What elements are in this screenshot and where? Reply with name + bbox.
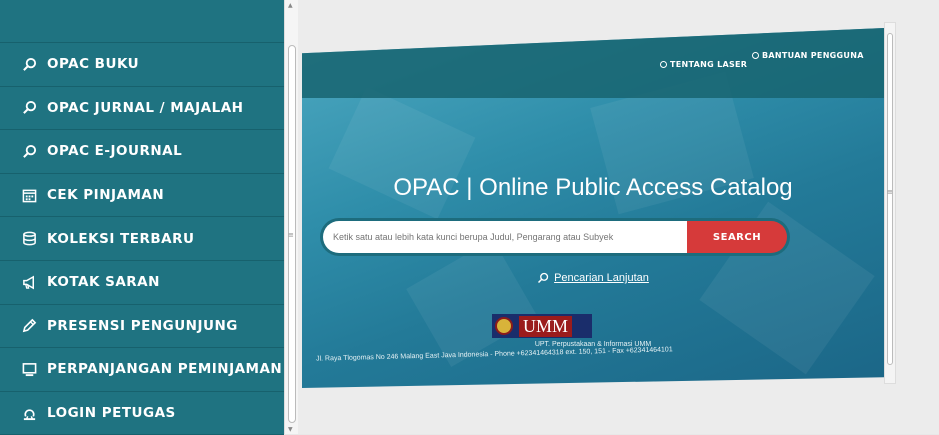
search-icon [20,56,38,72]
sidebar-item-perpanjangan-peminjaman[interactable]: PERPANJANGAN PEMINJAMAN [0,348,284,392]
sidebar-item-label: LOGIN PETUGAS [47,405,176,422]
search-input[interactable] [323,221,687,253]
umm-logo: UMM [492,314,592,338]
help-link-label: BANTUAN PENGGUNA [762,51,864,60]
sidebar-item-label: KOLEKSI TERBARU [47,230,195,247]
logo-text: UMM [519,315,573,337]
help-link[interactable]: BANTUAN PENGGUNA [752,51,864,60]
search-icon [20,100,38,116]
sidebar-item-label: OPAC BUKU [47,56,140,73]
scroll-down-icon[interactable]: ▼ [288,426,293,433]
search-button[interactable]: SEARCH [687,221,787,253]
search-icon [538,272,549,284]
sidebar-item-opac-buku[interactable]: OPAC BUKU [0,43,284,87]
search-icon [20,143,38,159]
sidebar-item-label: PERPANJANGAN PEMINJAMAN [47,361,283,378]
scrollbar-thumb[interactable] [887,33,893,365]
footer-address-title: UPT. Perpustakaan & Informasi UMM [534,341,652,348]
about-link-label: TENTANG LASER [670,60,748,69]
sidebar-scrollbar[interactable]: ▲ ≡ ▼ [284,0,298,434]
sidebar-nav: OPAC BUKU OPAC JURNAL / MAJALAH OPAC E-J… [0,0,284,435]
sidebar-item-cek-pinjaman[interactable]: CEK PINJAMAN [0,174,284,218]
footer-address: Jl. Raya Tlogomas No 246 Malang East Jav… [315,346,673,363]
main-content: TENTANG LASER BANTUAN PENGGUNA OPAC | On… [298,0,939,434]
sidebar-item-label: CEK PINJAMAN [47,187,165,204]
sidebar-item-label: PRESENSI PENGUNJUNG [47,317,238,334]
database-icon [20,231,38,247]
scroll-up-icon[interactable]: ▲ [288,2,293,9]
sidebar-item-presensi-pengunjung[interactable]: PRESENSI PENGUNJUNG [0,305,284,349]
sidebar-item-label: KOTAK SARAN [47,274,160,291]
content-scrollbar[interactable]: ≡ [884,22,896,384]
university-seal-icon [495,317,513,335]
advanced-search-link[interactable]: Pencarian Lanjutan [554,272,649,284]
search-bar: SEARCH [320,218,790,256]
opac-banner: TENTANG LASER BANTUAN PENGGUNA OPAC | On… [302,28,884,388]
help-icon [752,52,759,59]
sidebar-header [0,0,284,43]
page-title: OPAC | Online Public Access Catalog [393,174,793,201]
user-icon [20,405,38,421]
sidebar-item-opac-jurnal[interactable]: OPAC JURNAL / MAJALAH [0,87,284,131]
sidebar-item-koleksi-terbaru[interactable]: KOLEKSI TERBARU [0,217,284,261]
scroll-grip-icon: ≡ [887,188,893,196]
info-icon [660,61,667,68]
monitor-icon [20,361,38,377]
calendar-icon [20,187,38,203]
banner-top-strip [302,28,884,98]
sidebar-item-label: OPAC JURNAL / MAJALAH [47,99,244,116]
scroll-grip-icon: ≡ [288,231,294,239]
sidebar-item-kotak-saran[interactable]: KOTAK SARAN [0,261,284,305]
advanced-search: Pencarian Lanjutan [302,272,884,284]
sidebar-item-label: OPAC E-JOURNAL [47,143,183,160]
sidebar-item-login-petugas[interactable]: LOGIN PETUGAS [0,392,284,435]
megaphone-icon [20,274,38,290]
pencil-icon [20,318,38,334]
sidebar-item-opac-ejournal[interactable]: OPAC E-JOURNAL [0,130,284,174]
about-link[interactable]: TENTANG LASER [660,60,747,69]
